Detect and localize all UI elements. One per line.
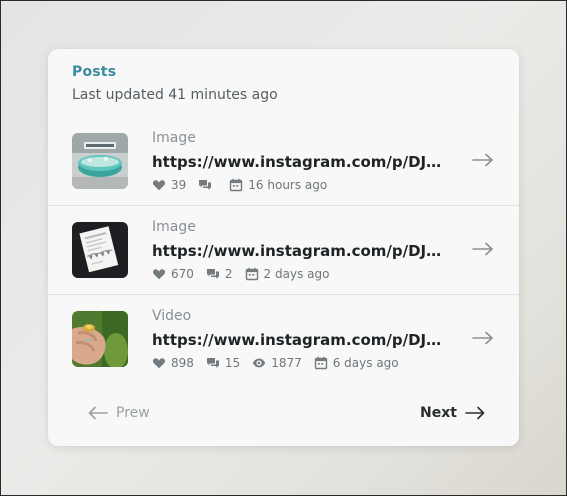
last-updated-text: Last updated 41 minutes ago xyxy=(72,87,278,103)
heart-icon xyxy=(152,178,166,192)
post-type: Image xyxy=(152,130,196,146)
post-thumbnail xyxy=(72,222,128,278)
post-meta: 898 15 1877 6 days ago xyxy=(152,355,411,371)
post-url[interactable]: https://www.instagram.com/p/DJUXPq… xyxy=(152,242,444,260)
post-meta: 670 2 2 days ago xyxy=(152,266,341,282)
heart-icon xyxy=(152,356,166,370)
post-date: 2 days ago xyxy=(263,267,330,281)
likes-count: 670 xyxy=(171,267,194,281)
comments-count: 2 xyxy=(224,267,233,281)
calendar-icon xyxy=(314,356,328,370)
likes-count: 898 xyxy=(171,356,194,370)
posts-card: Posts Last updated 41 minutes ago Image … xyxy=(48,49,519,446)
eye-icon xyxy=(252,356,266,370)
arrow-right-icon[interactable] xyxy=(472,152,494,168)
calendar-icon xyxy=(229,178,243,192)
post-url[interactable]: https://www.instagram.com/p/DJZehN… xyxy=(152,153,444,171)
post-type: Image xyxy=(152,219,196,235)
comments-icon xyxy=(206,267,220,281)
post-date: 6 days ago xyxy=(332,356,399,370)
calendar-icon xyxy=(245,267,259,281)
heart-icon xyxy=(152,267,166,281)
arrow-right-icon xyxy=(465,405,485,421)
post-date: 16 hours ago xyxy=(248,178,328,192)
comments-icon xyxy=(206,356,220,370)
card-title: Posts xyxy=(72,64,117,80)
post-item[interactable]: Image https://www.instagram.com/p/DJZehN… xyxy=(48,117,519,206)
next-page-label: Next xyxy=(420,405,457,421)
post-item[interactable]: Image https://www.instagram.com/p/DJUXPq… xyxy=(48,205,519,295)
comments-icon xyxy=(198,178,212,192)
arrow-left-icon xyxy=(88,405,108,421)
arrow-right-icon[interactable] xyxy=(472,330,494,346)
next-page-button[interactable]: Next xyxy=(420,405,485,421)
post-thumbnail xyxy=(72,133,128,189)
post-meta: 39 16 hours ago xyxy=(152,177,339,193)
arrow-right-icon[interactable] xyxy=(472,241,494,257)
post-url[interactable]: https://www.instagram.com/p/DJKG… xyxy=(152,331,444,349)
likes-count: 39 xyxy=(171,178,187,192)
prev-page-label: Prew xyxy=(116,405,150,421)
comments-count: 15 xyxy=(224,356,241,370)
views-count: 1877 xyxy=(271,356,302,370)
post-item[interactable]: Video https://www.instagram.com/p/DJKG… … xyxy=(48,294,519,384)
prev-page-button[interactable]: Prew xyxy=(88,405,150,421)
post-thumbnail xyxy=(72,311,128,367)
post-type: Video xyxy=(152,308,192,324)
